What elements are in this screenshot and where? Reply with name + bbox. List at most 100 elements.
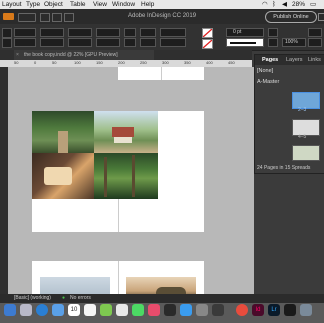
mail-icon[interactable] bbox=[52, 304, 64, 316]
document-tab[interactable]: the book copy.indd @ 22% [GPU Preview] bbox=[14, 50, 154, 60]
opacity-field[interactable]: 100% bbox=[282, 38, 306, 47]
none-slash-icon bbox=[203, 29, 212, 37]
spread-thumb-6-7[interactable] bbox=[292, 145, 320, 161]
workspace-icon[interactable] bbox=[318, 13, 324, 21]
wifi-icon: ◠ bbox=[262, 1, 268, 8]
finder-icon[interactable] bbox=[4, 304, 16, 316]
window-thumb-icon[interactable] bbox=[284, 304, 296, 316]
menu-window[interactable]: Window bbox=[112, 0, 135, 9]
opacity-value: 100% bbox=[285, 39, 298, 45]
photo-jungle-trees[interactable] bbox=[94, 153, 158, 199]
notes-icon[interactable] bbox=[84, 304, 96, 316]
lightroom-icon[interactable]: Lr bbox=[268, 304, 280, 316]
menu-object[interactable]: Object bbox=[44, 0, 63, 9]
photo-forest-path[interactable] bbox=[32, 111, 94, 153]
close-tab-icon[interactable]: × bbox=[16, 52, 19, 58]
downloads-icon[interactable] bbox=[300, 304, 312, 316]
none-slash-icon bbox=[203, 40, 212, 48]
ruler-tick: 350 bbox=[184, 60, 191, 65]
settings-icon[interactable] bbox=[196, 304, 208, 316]
scale-x-field[interactable] bbox=[68, 28, 92, 37]
apple-tv-icon[interactable] bbox=[164, 304, 176, 316]
rotation-field[interactable] bbox=[96, 28, 120, 37]
select-content-icon[interactable] bbox=[140, 38, 156, 47]
reference-point-icon[interactable] bbox=[2, 28, 12, 38]
reference-point-grid[interactable] bbox=[2, 38, 12, 48]
none-master-label[interactable]: [None] bbox=[257, 66, 273, 76]
maps-icon[interactable] bbox=[100, 304, 112, 316]
launchpad-icon[interactable] bbox=[20, 304, 32, 316]
screen-mode-icon[interactable] bbox=[52, 13, 62, 22]
house-wall bbox=[114, 137, 132, 143]
battery-percent: 28% bbox=[292, 1, 306, 8]
quick-apply-icon[interactable] bbox=[308, 28, 322, 37]
drop-shadow-icon[interactable] bbox=[268, 38, 278, 47]
view-options-icon[interactable] bbox=[40, 13, 50, 22]
ruler-tick: 50 bbox=[52, 60, 57, 65]
stroke-type-line bbox=[230, 42, 256, 44]
stroke-weight-value: 0 pt bbox=[233, 29, 242, 35]
menu-type[interactable]: Type bbox=[26, 0, 40, 9]
photo-car-interior[interactable] bbox=[32, 153, 94, 199]
document-tab-label: the book copy.indd @ 22% [GPU Preview] bbox=[24, 52, 118, 58]
menu-view[interactable]: View bbox=[93, 0, 107, 9]
panel-menu-icon[interactable] bbox=[308, 38, 322, 47]
height-field[interactable] bbox=[40, 38, 64, 47]
publish-online-button[interactable]: Publish Online bbox=[265, 11, 317, 23]
ruler-tick: 150 bbox=[96, 60, 103, 65]
window-shape bbox=[44, 167, 72, 185]
menu-table[interactable]: Table bbox=[70, 0, 86, 9]
select-container-icon[interactable] bbox=[140, 28, 156, 37]
messages-icon[interactable] bbox=[132, 304, 144, 316]
indesign-icon[interactable]: Id bbox=[252, 304, 264, 316]
indesign-app-icon bbox=[3, 13, 14, 20]
app-store-icon[interactable] bbox=[180, 304, 192, 316]
menu-help[interactable]: Help bbox=[141, 0, 154, 9]
wrap-options[interactable] bbox=[160, 28, 186, 37]
scale-y-field[interactable] bbox=[68, 38, 92, 47]
photo-village-house[interactable] bbox=[94, 111, 158, 153]
menu-layout[interactable]: Layout bbox=[2, 0, 22, 9]
tab-pages[interactable]: Pages bbox=[262, 55, 278, 65]
tree-trunk bbox=[132, 155, 135, 197]
ruler-tick: 400 bbox=[206, 60, 213, 65]
flip-vertical-icon[interactable] bbox=[124, 38, 136, 47]
bluetooth-icon: ᛒ bbox=[272, 1, 276, 8]
stroke-swatch-none[interactable] bbox=[202, 39, 213, 49]
spread-label-4-5: 4–5 bbox=[298, 134, 307, 140]
pasteboard[interactable] bbox=[8, 67, 254, 301]
path-shape bbox=[58, 131, 68, 153]
music-icon[interactable] bbox=[148, 304, 160, 316]
y-field[interactable] bbox=[14, 38, 36, 47]
fill-swatch-none[interactable] bbox=[202, 28, 213, 38]
zoom-menu[interactable] bbox=[18, 13, 36, 22]
tree-trunk bbox=[104, 157, 107, 197]
tab-layers[interactable]: Layers bbox=[286, 55, 303, 65]
preflight-errors[interactable]: No errors bbox=[70, 294, 91, 303]
unknown-app-icon[interactable] bbox=[212, 304, 224, 316]
calendar-icon[interactable]: 10 bbox=[68, 304, 80, 316]
effects-icon[interactable] bbox=[268, 28, 278, 37]
shear-field[interactable] bbox=[96, 38, 120, 47]
tools-panel[interactable] bbox=[0, 67, 8, 294]
tab-links[interactable]: Links bbox=[308, 55, 321, 65]
flip-horizontal-icon[interactable] bbox=[124, 28, 136, 37]
arrange-documents-icon[interactable] bbox=[64, 13, 74, 22]
x-field[interactable] bbox=[14, 28, 36, 37]
ruler-tick: 200 bbox=[118, 60, 125, 65]
stroke-type-selector[interactable] bbox=[226, 38, 264, 47]
safari-icon[interactable] bbox=[36, 304, 48, 316]
ruler-tick: 300 bbox=[162, 60, 169, 65]
a-master-label[interactable]: A-Master bbox=[257, 77, 279, 87]
ruler-tick: 450 bbox=[228, 60, 235, 65]
width-field[interactable] bbox=[40, 28, 64, 37]
preflight-profile[interactable]: [Basic] (working) bbox=[14, 294, 51, 303]
stroke-weight-field[interactable]: 0 pt bbox=[226, 28, 264, 37]
photos-icon[interactable] bbox=[116, 304, 128, 316]
status-bar: [Basic] (working) ● No errors bbox=[0, 294, 324, 303]
fitting-options[interactable] bbox=[160, 38, 186, 47]
chrome-icon[interactable] bbox=[236, 304, 248, 316]
spine-line bbox=[161, 67, 162, 80]
pages-panel: Pages Layers Links [None] A-Master 2–3 4… bbox=[254, 54, 324, 174]
app-title: Adobe InDesign CC 2019 bbox=[128, 13, 197, 19]
